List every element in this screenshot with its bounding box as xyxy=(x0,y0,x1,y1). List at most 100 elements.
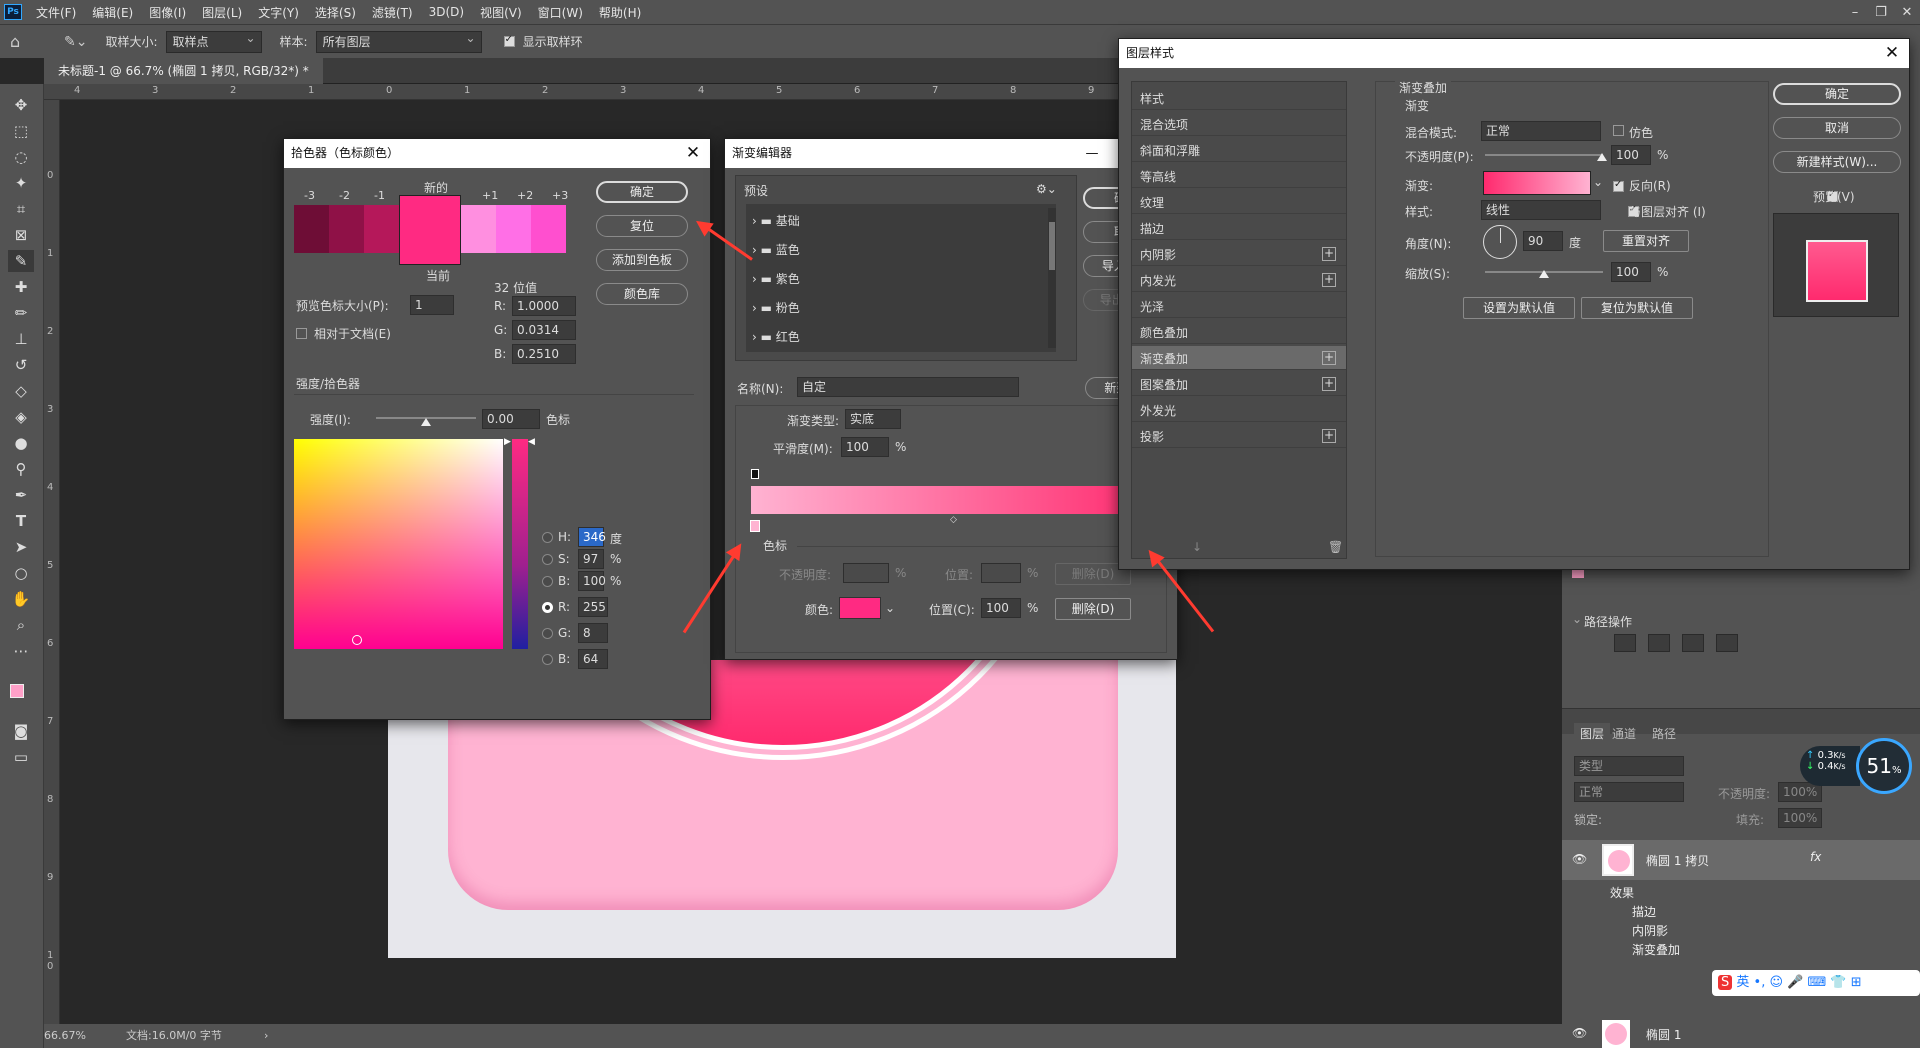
slider-right-arrow-icon[interactable]: ◀ xyxy=(528,437,535,447)
slider-left-arrow-icon[interactable]: ▶ xyxy=(504,437,511,447)
visibility-eye-icon-2[interactable]: 👁 xyxy=(1572,1026,1587,1040)
lasso-tool-icon[interactable]: ◌ xyxy=(8,146,34,168)
presets-gear-icon[interactable]: ⚙⌄ xyxy=(1036,182,1057,196)
new-style-button[interactable]: 新建样式(W)... xyxy=(1773,151,1901,173)
menu-window[interactable]: 窗口(W) xyxy=(530,4,591,21)
intensity-slider-thumb[interactable] xyxy=(421,418,431,426)
quick-select-tool-icon[interactable]: ✦ xyxy=(8,172,34,194)
history-brush-icon[interactable]: ↺ xyxy=(8,354,34,376)
brightness-radio[interactable] xyxy=(542,576,553,587)
menu-3d[interactable]: 3D(D) xyxy=(421,5,472,19)
hand-tool-icon[interactable]: ✋ xyxy=(8,588,34,610)
layer-name-2[interactable]: 椭圆 1 xyxy=(1646,1026,1681,1043)
restore-icon[interactable]: ❐ xyxy=(1868,5,1894,20)
subtract-shapes-icon[interactable] xyxy=(1648,634,1670,652)
brush-tool-icon[interactable]: ✏ xyxy=(8,302,34,324)
style-list-item[interactable]: 内阴影 + xyxy=(1132,242,1346,266)
gradient-preview-swatch[interactable] xyxy=(1483,171,1591,195)
menu-image[interactable]: 图像(I) xyxy=(141,4,194,21)
eyedropper-tool-icon[interactable]: ✎ xyxy=(8,250,34,272)
eyedropper-icon[interactable]: ✎⌄ xyxy=(64,34,87,50)
menu-filter[interactable]: 滤镜(T) xyxy=(364,4,421,21)
gradient-bar[interactable] xyxy=(751,486,1157,514)
add-effect-icon[interactable]: + xyxy=(1322,351,1336,365)
preset-folder-basic[interactable]: › ▬ 基础 xyxy=(752,212,800,229)
opacity-stop-left[interactable] xyxy=(751,469,759,479)
preset-folder-purple[interactable]: › ▬ 紫色 xyxy=(752,270,800,287)
b-field[interactable]: 64 xyxy=(578,649,608,669)
eraser-tool-icon[interactable]: ◇ xyxy=(8,380,34,402)
menu-view[interactable]: 视图(V) xyxy=(472,4,530,21)
set-default-button[interactable]: 设置为默认值 xyxy=(1463,297,1575,319)
pen-tool-icon[interactable]: ✒ xyxy=(8,484,34,506)
ime-lang[interactable]: 英 xyxy=(1736,975,1749,990)
fill-field[interactable]: 100% xyxy=(1778,808,1822,828)
style-list-item[interactable]: 混合选项 xyxy=(1132,112,1346,136)
style-list-item[interactable]: 光泽 xyxy=(1132,294,1346,318)
delete-color-stop-button[interactable]: 删除(D) xyxy=(1055,598,1131,620)
h-field[interactable]: 346 xyxy=(578,527,606,547)
g32-field[interactable]: 0.0314 xyxy=(512,320,576,340)
foreground-color-swatch[interactable] xyxy=(10,684,24,698)
layer-row-ellipse[interactable]: 👁 椭圆 1 xyxy=(1562,1020,1920,1048)
trash-icon[interactable]: 🗑 xyxy=(1328,540,1343,554)
menu-type[interactable]: 文字(Y) xyxy=(250,4,307,21)
add-effect-icon[interactable]: + xyxy=(1322,273,1336,287)
style-list-item[interactable]: 斜面和浮雕 xyxy=(1132,138,1346,162)
b-radio[interactable] xyxy=(542,654,553,665)
style-list-item[interactable]: 颜色叠加 xyxy=(1132,320,1346,344)
preset-folder-pink[interactable]: › ▬ 粉色 xyxy=(752,299,800,316)
s-radio[interactable] xyxy=(542,554,553,565)
color-field-cursor[interactable] xyxy=(352,635,362,645)
stamp-tool-icon[interactable]: ⊥ xyxy=(8,328,34,350)
color-slider[interactable] xyxy=(512,439,528,649)
ime-toolbar[interactable]: S 英 •, ☺ 🎤 ⌨ 👕 ⊞ xyxy=(1712,970,1920,996)
g-field[interactable]: 8 xyxy=(578,623,608,643)
style-list-item[interactable]: 描边 xyxy=(1132,216,1346,240)
crop-tool-icon[interactable]: ⌗ xyxy=(8,198,34,220)
reset-default-button[interactable]: 复位为默认值 xyxy=(1581,297,1693,319)
reset-button[interactable]: 复位 xyxy=(596,215,688,237)
home-icon[interactable]: ⌂ xyxy=(10,32,34,51)
swatch-plus3[interactable] xyxy=(531,205,566,253)
preset-folder-blue[interactable]: › ▬ 蓝色 xyxy=(752,241,800,258)
add-effect-icon[interactable]: + xyxy=(1322,429,1336,443)
stop-color-swatch[interactable] xyxy=(839,597,881,619)
dodge-tool-icon[interactable]: ⚲ xyxy=(8,458,34,480)
opacity-slider[interactable] xyxy=(1485,154,1603,156)
visibility-eye-icon[interactable]: 👁 xyxy=(1572,852,1587,866)
add-to-swatches-button[interactable]: 添加到色板 xyxy=(596,249,688,271)
ok-button[interactable]: 确定 xyxy=(1773,83,1901,105)
cancel-button[interactable]: 取消 xyxy=(1773,117,1901,139)
move-down-icon[interactable]: ↓ xyxy=(1192,540,1202,554)
gradient-type-select[interactable]: 实底 xyxy=(845,409,901,429)
color-field[interactable] xyxy=(294,439,503,649)
document-tab[interactable]: 未标题-1 @ 66.7% (椭圆 1 拷贝, RGB/32*) * xyxy=(44,58,323,84)
ellipse-tool-icon[interactable]: ○ xyxy=(8,562,34,584)
r-radio[interactable] xyxy=(542,602,553,613)
frame-tool-icon[interactable]: ⊠ xyxy=(8,224,34,246)
swatch-minus3[interactable] xyxy=(294,205,329,253)
b32-field[interactable]: 0.2510 xyxy=(512,344,576,364)
layer-name[interactable]: 椭圆 1 拷贝 xyxy=(1646,852,1709,869)
close-icon[interactable]: ✕ xyxy=(1894,5,1920,20)
angle-dial[interactable] xyxy=(1483,225,1517,259)
midpoint-diamond[interactable]: ◇ xyxy=(950,515,957,525)
combine-shapes-icon[interactable] xyxy=(1614,634,1636,652)
style-list-item[interactable]: 内发光 + xyxy=(1132,268,1346,292)
swatch-minus2[interactable] xyxy=(329,205,364,253)
close-icon[interactable]: ✕ xyxy=(676,139,710,168)
blur-tool-icon[interactable]: ● xyxy=(8,432,34,454)
add-effect-icon[interactable]: + xyxy=(1322,377,1336,391)
r-field[interactable]: 255 xyxy=(578,597,608,617)
menu-help[interactable]: 帮助(H) xyxy=(591,4,649,21)
status-arrow-icon[interactable]: › xyxy=(264,1024,268,1048)
swatch-plus1[interactable] xyxy=(461,205,496,253)
opacity-location-field[interactable] xyxy=(981,563,1021,583)
style-list-item[interactable]: 渐变叠加 + xyxy=(1132,346,1346,370)
intensity-field[interactable]: 0.00 xyxy=(482,409,540,429)
scale-field[interactable]: 100 xyxy=(1611,262,1651,282)
style-list-item[interactable]: 纹理 xyxy=(1132,190,1346,214)
color-location-field[interactable]: 100 xyxy=(981,598,1021,618)
sample-size-select[interactable]: 取样点 xyxy=(165,28,262,53)
